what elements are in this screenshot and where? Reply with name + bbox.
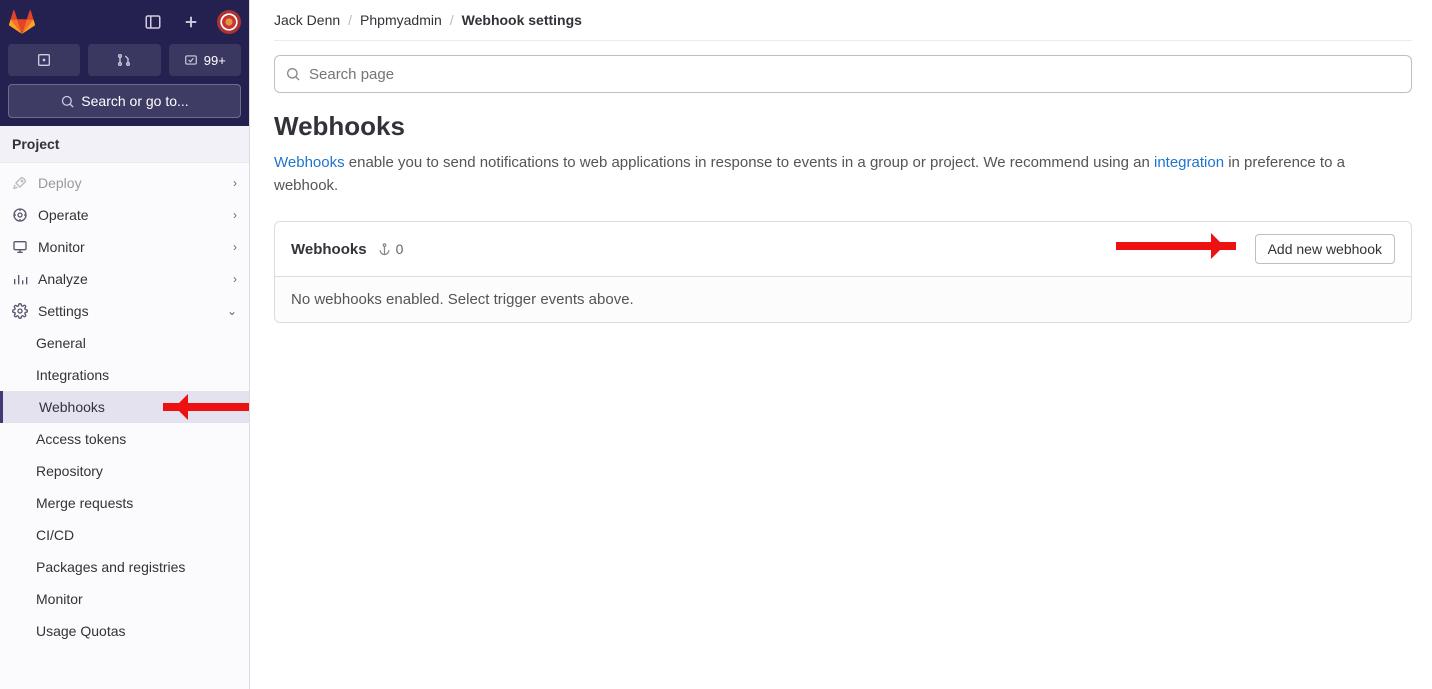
chevron-down-icon: ⌄: [227, 304, 237, 318]
sidebar-nav: Deploy › Operate › Monitor: [0, 163, 249, 689]
webhooks-card: Webhooks 0 Add new webhook No webhooks e…: [274, 221, 1412, 323]
subnav-usage-quotas[interactable]: Usage Quotas: [36, 615, 249, 647]
breadcrumb-separator: /: [348, 12, 352, 28]
card-empty-state: No webhooks enabled. Select trigger even…: [275, 276, 1411, 322]
sidebar-item-operate[interactable]: Operate ›: [0, 199, 249, 231]
sidebar-section-project[interactable]: Project: [0, 126, 249, 163]
analyze-icon: [12, 271, 28, 287]
chevron-right-icon: ›: [233, 272, 237, 286]
subnav-monitor[interactable]: Monitor: [36, 583, 249, 615]
sidebar-item-analyze[interactable]: Analyze ›: [0, 263, 249, 295]
add-new-webhook-button[interactable]: Add new webhook: [1255, 234, 1395, 264]
annotation-arrow-icon: [163, 403, 249, 411]
webhooks-link[interactable]: Webhooks: [274, 154, 345, 171]
sidebar-item-label: Settings: [38, 303, 89, 319]
subnav-webhooks[interactable]: Webhooks: [0, 391, 249, 423]
user-avatar[interactable]: [217, 10, 241, 34]
sidebar-item-deploy[interactable]: Deploy ›: [0, 167, 249, 199]
sidebar-item-monitor[interactable]: Monitor ›: [0, 231, 249, 263]
page-title: Webhooks: [274, 111, 1412, 142]
breadcrumb-separator: /: [450, 12, 454, 28]
integration-link[interactable]: integration: [1154, 154, 1224, 171]
breadcrumb-current: Webhook settings: [462, 12, 582, 28]
monitor-icon: [12, 239, 28, 255]
subnav-access-tokens[interactable]: Access tokens: [36, 423, 249, 455]
search-page-input[interactable]: [309, 66, 1401, 83]
sidebar-item-settings[interactable]: Settings ⌄: [0, 295, 249, 327]
rocket-icon: [12, 175, 28, 191]
sidebar-item-label: Monitor: [38, 239, 85, 255]
todos-button[interactable]: 99+: [169, 44, 241, 76]
gear-icon: [12, 303, 28, 319]
sidebar-item-label: Analyze: [38, 271, 88, 287]
breadcrumb: Jack Denn / Phpmyadmin / Webhook setting…: [274, 0, 1412, 41]
operate-icon: [12, 207, 28, 223]
main-content: Jack Denn / Phpmyadmin / Webhook setting…: [250, 0, 1432, 689]
desc-text: enable you to send notifications to web …: [345, 154, 1154, 171]
subnav-merge-requests[interactable]: Merge requests: [36, 487, 249, 519]
subnav-integrations[interactable]: Integrations: [36, 359, 249, 391]
search-icon: [285, 66, 301, 82]
sidebar-item-label: Operate: [38, 207, 89, 223]
chevron-right-icon: ›: [233, 240, 237, 254]
search-button[interactable]: Search or go to...: [8, 84, 241, 118]
anchor-icon: [377, 242, 392, 257]
settings-submenu: General Integrations Webhooks Access tok…: [0, 327, 249, 647]
page-description: Webhooks enable you to send notification…: [274, 152, 1412, 197]
subnav-label: Webhooks: [39, 399, 105, 415]
gitlab-logo[interactable]: [8, 8, 36, 36]
card-title: Webhooks: [291, 241, 367, 258]
search-label: Search or go to...: [81, 93, 188, 109]
sidebar: 99+ Search or go to... Project Deploy ›: [0, 0, 250, 689]
annotation-arrow-icon: [1116, 242, 1236, 250]
merge-requests-button[interactable]: [88, 44, 160, 76]
breadcrumb-link[interactable]: Jack Denn: [274, 12, 340, 28]
count-value: 0: [396, 241, 404, 257]
issues-button[interactable]: [8, 44, 80, 76]
sidebar-item-label: Deploy: [38, 175, 82, 191]
search-page-field[interactable]: [274, 55, 1412, 93]
topbar: 99+ Search or go to...: [0, 0, 249, 126]
plus-icon[interactable]: [179, 10, 203, 34]
card-header: Webhooks 0 Add new webhook: [275, 222, 1411, 276]
subnav-general[interactable]: General: [36, 327, 249, 359]
chevron-right-icon: ›: [233, 208, 237, 222]
breadcrumb-link[interactable]: Phpmyadmin: [360, 12, 442, 28]
subnav-cicd[interactable]: CI/CD: [36, 519, 249, 551]
subnav-packages[interactable]: Packages and registries: [36, 551, 249, 583]
todos-count: 99+: [204, 53, 226, 68]
collapse-sidebar-icon[interactable]: [141, 10, 165, 34]
chevron-right-icon: ›: [233, 176, 237, 190]
subnav-repository[interactable]: Repository: [36, 455, 249, 487]
webhook-count: 0: [377, 241, 404, 257]
